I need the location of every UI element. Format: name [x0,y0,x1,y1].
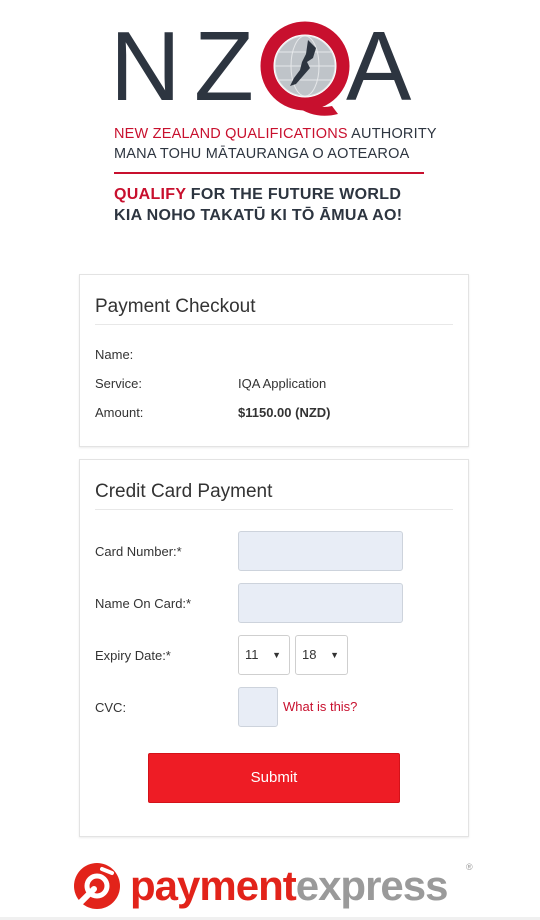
expiry-date-label: Expiry Date:* [95,648,171,663]
registered-mark: ® [466,862,473,872]
logo-letter-n: N [110,11,181,120]
wordmark-express: express [295,862,449,909]
payment-checkout-panel: Payment Checkout Name: Service: IQA Appl… [79,274,469,447]
tagline-red-part: QUALIFY [114,186,187,203]
service-value: IQA Application [238,376,327,391]
expiry-month-select[interactable]: 11 ▼ [238,635,290,675]
cvc-input[interactable] [238,687,278,727]
payment-express-logo: paymentexpress ® [72,858,482,914]
tagline-english: QUALIFY FOR THE FUTURE WORLD [114,186,430,204]
name-on-card-input[interactable] [238,583,403,623]
payment-express-icon [74,863,120,909]
credit-card-panel: Credit Card Payment Card Number:* Name O… [79,459,469,837]
cvc-help-link[interactable]: What is this? [283,699,357,714]
nzqa-logo-mark: N Z A [110,11,412,120]
card-form-title: Credit Card Payment [95,481,273,502]
card-number-input[interactable] [238,531,403,571]
globe-q-icon [260,21,350,116]
org-name-maori: MANA TOHU MĀTAURANGA O AOTEAROA [114,146,410,162]
name-label: Name: [95,347,134,362]
org-name-red-part: NEW ZEALAND QUALIFICATIONS [114,126,348,142]
tagline-maori: KIA NOHO TAKATŪ KI TŌ ĀMUA AO! [114,207,403,224]
org-name-rest: AUTHORITY [347,126,437,142]
expiry-year-value: 18 [302,647,317,662]
card-number-label: Card Number:* [95,544,182,559]
payment-express-wordmark: paymentexpress [130,858,449,914]
expiry-year-select[interactable]: 18 ▼ [295,635,348,675]
amount-label: Amount: [95,405,144,420]
card-form-divider [95,509,453,510]
org-name-english: NEW ZEALAND QUALIFICATIONS AUTHORITY [114,126,437,142]
name-on-card-label: Name On Card:* [95,596,192,611]
expiry-month-value: 11 [245,647,259,662]
logo-letter-z: Z [194,11,254,120]
logo-divider [114,172,424,174]
chevron-down-icon: ▼ [330,650,339,660]
chevron-down-icon: ▼ [272,650,281,660]
amount-value: $1150.00 (NZD) [238,405,331,420]
logo-letter-a: A [346,11,412,120]
submit-button[interactable]: Submit [148,753,400,803]
cvc-label: CVC: [95,700,127,715]
checkout-divider [95,324,453,325]
checkout-title: Payment Checkout [95,296,256,317]
tagline-rest: FOR THE FUTURE WORLD [186,186,402,203]
nzqa-logo: N Z A NEW ZEALAND QUALIFICATIONS AUTHORI… [110,10,437,235]
service-label: Service: [95,376,142,391]
wordmark-payment: payment [130,862,297,909]
